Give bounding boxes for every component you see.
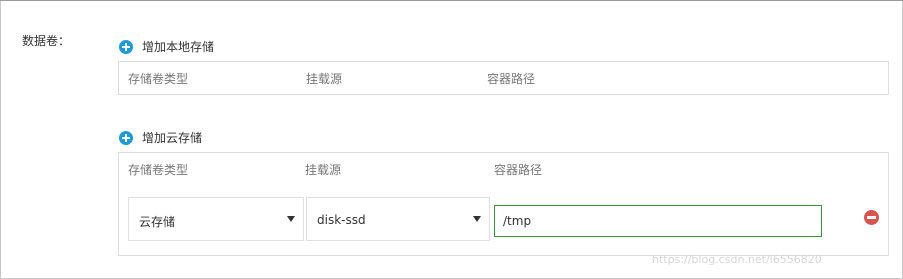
watermark-text: https://blog.csdn.net/l6556820 [652, 253, 822, 266]
data-volume-label: 数据卷： [22, 34, 71, 48]
column-header-volume-type: 存储卷类型 [128, 72, 189, 86]
cloud-storage-table: 存储卷类型 挂载源 容器路径 云存储 disk-ssd [118, 152, 889, 256]
volume-type-value: 云存储 [139, 215, 176, 229]
caret-down-icon [473, 216, 481, 222]
container-path-input[interactable] [494, 205, 822, 237]
column-header-container-path: 容器路径 [487, 72, 536, 86]
local-storage-table: 存储卷类型 挂载源 容器路径 [118, 61, 889, 95]
column-header-volume-type: 存储卷类型 [128, 163, 189, 177]
top-divider [0, 0, 903, 1]
column-header-mount-source: 挂载源 [306, 72, 343, 86]
caret-down-icon [287, 216, 295, 222]
add-cloud-storage-button[interactable]: 增加云存储 [119, 129, 202, 146]
column-header-mount-source: 挂载源 [305, 163, 342, 177]
column-header-container-path: 容器路径 [494, 163, 543, 177]
volume-type-select[interactable]: 云存储 [128, 197, 304, 241]
add-local-storage-button[interactable]: 增加本地存储 [119, 38, 214, 55]
add-cloud-storage-label: 增加云存储 [142, 131, 203, 145]
mount-source-select[interactable]: disk-ssd [306, 197, 490, 241]
plus-circle-icon [119, 39, 133, 54]
add-local-storage-label: 增加本地存储 [142, 40, 215, 54]
plus-circle-icon [119, 130, 133, 145]
mount-source-value: disk-ssd [317, 213, 366, 227]
minus-circle-icon[interactable] [864, 210, 879, 225]
